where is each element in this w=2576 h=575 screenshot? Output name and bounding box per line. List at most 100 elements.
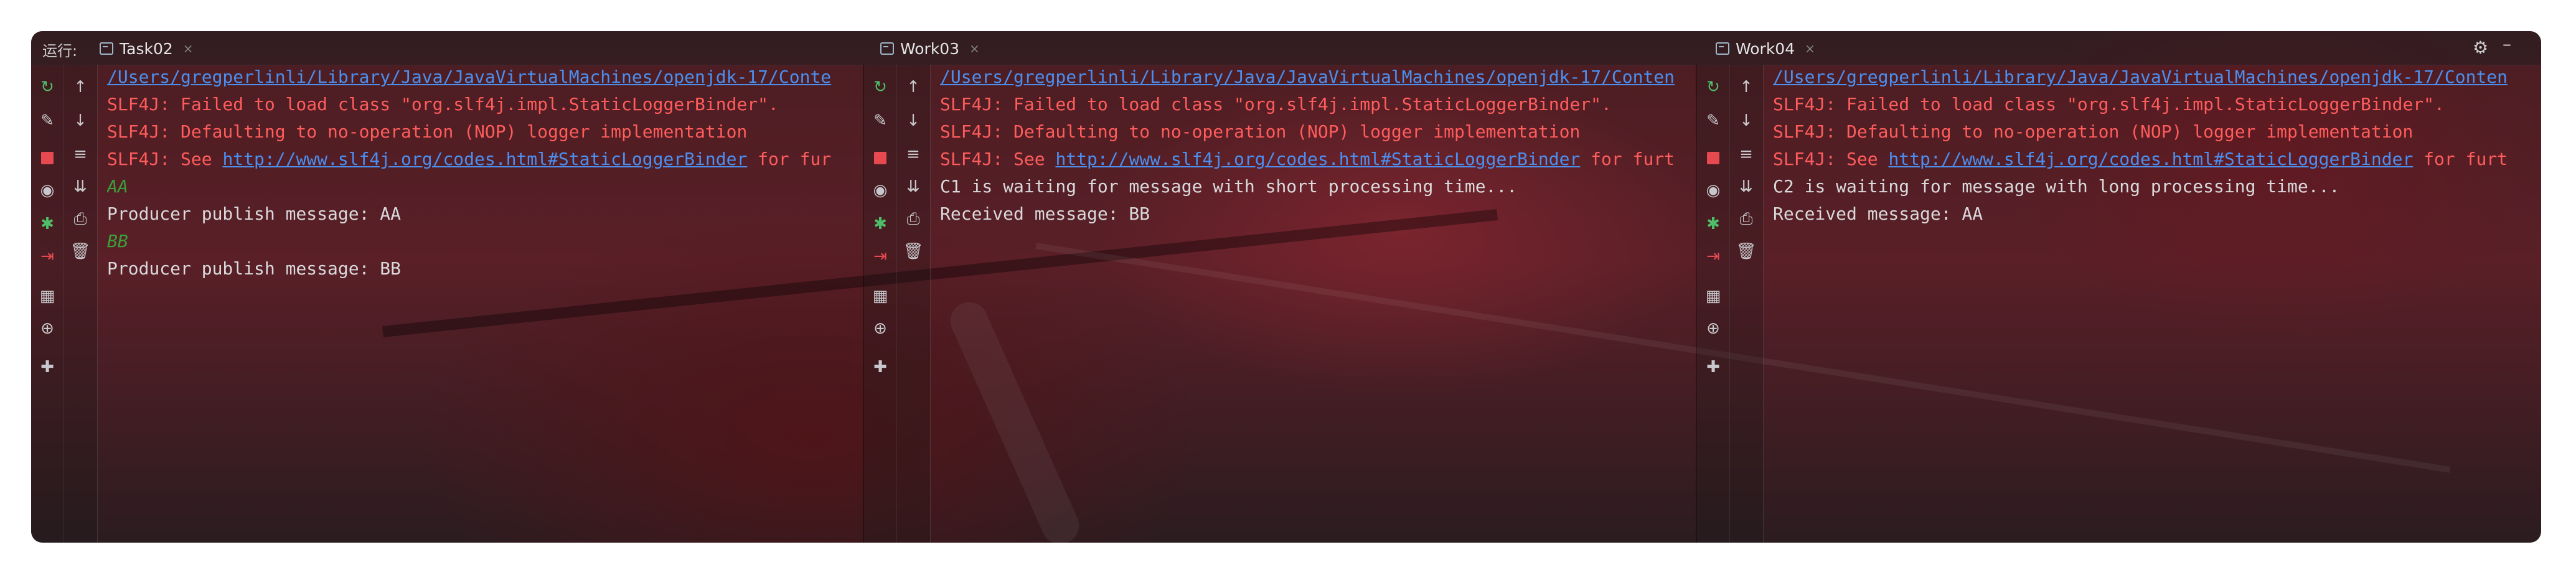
console-line: Received message: BB xyxy=(940,203,1150,224)
globe-icon[interactable]: ⊕ xyxy=(1702,317,1724,340)
globe-icon[interactable]: ⊕ xyxy=(869,317,891,340)
pin-icon[interactable]: ✚ xyxy=(1702,356,1724,378)
line-text: SLF4J: See xyxy=(107,149,223,169)
right-toolbar: ↑ ↓ ≡ ⇊ ⎙ 🗑 xyxy=(63,65,98,543)
console-line: SLF4J: See http://www.slf4j.org/codes.ht… xyxy=(107,147,831,172)
arrow-up-icon[interactable]: ↑ xyxy=(69,76,92,98)
soft-wrap-icon[interactable]: ≡ xyxy=(1735,143,1757,166)
slf4j-link[interactable]: http://www.slf4j.org/codes.html#StaticLo… xyxy=(1055,149,1580,169)
right-toolbar: ↑ ↓ ≡ ⇊ ⎙ 🗑 xyxy=(1729,65,1764,543)
console-line: SLF4J: Failed to load class "org.slf4j.i… xyxy=(107,94,779,115)
console-input-line: AA xyxy=(107,176,128,197)
arrow-down-icon[interactable]: ↓ xyxy=(1735,110,1757,132)
tab-work04[interactable]: Work04 × xyxy=(1716,35,1815,62)
line-text: SLF4J: See xyxy=(940,149,1056,169)
tab-work03[interactable]: Work03 × xyxy=(880,35,980,62)
wrench-icon[interactable]: ✎ xyxy=(869,110,891,132)
line-text: for furt xyxy=(1580,149,1675,169)
console-line: Producer publish message: BB xyxy=(107,258,402,279)
tab-task02[interactable]: Task02 × xyxy=(100,35,194,62)
console-panel-work03: ↻ ✎ ◉ ✱ ⇥ ▦ ⊕ ✚ ↑ ↓ ≡ ⇊ ⎙ 🗑 /Users/gregp… xyxy=(864,65,1697,543)
pin-icon[interactable]: ✚ xyxy=(36,356,59,378)
arrow-up-icon[interactable]: ↑ xyxy=(1735,76,1757,98)
wrench-icon[interactable]: ✎ xyxy=(1702,110,1724,132)
left-toolbar: ↻ ✎ ◉ ✱ ⇥ ▦ ⊕ ✚ xyxy=(1697,65,1730,543)
scroll-to-end-icon[interactable]: ⇊ xyxy=(1735,175,1757,198)
print-icon[interactable]: ⎙ xyxy=(1735,208,1757,230)
rerun-icon[interactable]: ↻ xyxy=(1702,76,1724,98)
console-panel-task02: ↻ ✎ ◉ ✱ ⇥ ▦ ⊕ ✚ ↑ ↓ ≡ ⇊ ⎙ 🗑 /Users/gregp… xyxy=(31,65,864,543)
wrench-icon[interactable]: ✎ xyxy=(36,110,59,132)
console-output[interactable]: /Users/gregperlinli/Library/Java/JavaVir… xyxy=(107,65,864,543)
layout-icon[interactable]: ▦ xyxy=(36,285,59,307)
stop-icon[interactable] xyxy=(36,147,59,169)
console-line: Producer publish message: AA xyxy=(107,203,402,224)
pin-icon[interactable]: ✚ xyxy=(869,356,891,378)
camera-icon[interactable]: ◉ xyxy=(36,179,59,202)
console-line[interactable]: /Users/gregperlinli/Library/Java/JavaVir… xyxy=(940,65,1675,90)
line-text: for furt xyxy=(2413,149,2508,169)
right-toolbar: ↑ ↓ ≡ ⇊ ⎙ 🗑 xyxy=(896,65,931,543)
exit-icon[interactable]: ⇥ xyxy=(1702,245,1724,268)
gear-icon[interactable]: ⚙ xyxy=(2473,37,2488,58)
arrow-down-icon[interactable]: ↓ xyxy=(69,110,92,132)
soft-wrap-icon[interactable]: ≡ xyxy=(902,143,924,166)
camera-icon[interactable]: ◉ xyxy=(1702,179,1724,202)
arrow-down-icon[interactable]: ↓ xyxy=(902,110,924,132)
console-line: SLF4J: Failed to load class "org.slf4j.i… xyxy=(940,94,1612,115)
console-panel-work04: ↻ ✎ ◉ ✱ ⇥ ▦ ⊕ ✚ ↑ ↓ ≡ ⇊ ⎙ 🗑 /Users/gregp… xyxy=(1697,65,2541,543)
console-output[interactable]: /Users/gregperlinli/Library/Java/JavaVir… xyxy=(1773,65,2541,543)
debug-bug-icon[interactable]: ✱ xyxy=(1702,213,1724,235)
console-line: C1 is waiting for message with short pro… xyxy=(940,176,1518,197)
scroll-to-end-icon[interactable]: ⇊ xyxy=(902,175,924,198)
stop-icon[interactable] xyxy=(869,147,891,169)
console-line: SLF4J: See http://www.slf4j.org/codes.ht… xyxy=(1773,147,2508,172)
close-icon[interactable]: × xyxy=(969,41,980,56)
console-line: SLF4J: Failed to load class "org.slf4j.i… xyxy=(1773,94,2445,115)
exit-icon[interactable]: ⇥ xyxy=(36,245,59,268)
stop-icon[interactable] xyxy=(1702,147,1724,169)
layout-icon[interactable]: ▦ xyxy=(1702,285,1724,307)
console-line: SLF4J: Defaulting to no-operation (NOP) … xyxy=(1773,121,2414,142)
console-output[interactable]: /Users/gregperlinli/Library/Java/JavaVir… xyxy=(940,65,1697,543)
console-icon xyxy=(100,42,113,55)
line-text: for fur xyxy=(747,149,832,169)
left-toolbar: ↻ ✎ ◉ ✱ ⇥ ▦ ⊕ ✚ xyxy=(864,65,897,543)
layout-icon[interactable]: ▦ xyxy=(869,285,891,307)
run-tab-bar: 运行: Task02 × Work03 × Work04 × ⚙ – xyxy=(31,31,2541,65)
soft-wrap-icon[interactable]: ≡ xyxy=(69,143,92,166)
left-toolbar: ↻ ✎ ◉ ✱ ⇥ ▦ ⊕ ✚ xyxy=(31,65,64,543)
console-line[interactable]: /Users/gregperlinli/Library/Java/JavaVir… xyxy=(107,65,831,90)
tab-label: Work04 xyxy=(1736,39,1795,58)
rerun-icon[interactable]: ↻ xyxy=(36,76,59,98)
print-icon[interactable]: ⎙ xyxy=(69,208,92,230)
globe-icon[interactable]: ⊕ xyxy=(36,317,59,340)
minimize-icon[interactable]: – xyxy=(2503,34,2511,54)
exit-icon[interactable]: ⇥ xyxy=(869,245,891,268)
close-icon[interactable]: × xyxy=(183,41,194,56)
console-line[interactable]: /Users/gregperlinli/Library/Java/JavaVir… xyxy=(1773,65,2508,90)
print-icon[interactable]: ⎙ xyxy=(902,208,924,230)
arrow-up-icon[interactable]: ↑ xyxy=(902,76,924,98)
tab-label: Task02 xyxy=(120,39,173,58)
console-icon xyxy=(880,42,894,55)
run-label: 运行: xyxy=(42,42,78,60)
trash-icon[interactable]: 🗑 xyxy=(69,240,92,263)
console-icon xyxy=(1716,42,1729,55)
debug-bug-icon[interactable]: ✱ xyxy=(36,213,59,235)
console-line: SLF4J: See http://www.slf4j.org/codes.ht… xyxy=(940,147,1675,172)
line-text: SLF4J: See xyxy=(1773,149,1889,169)
rerun-icon[interactable]: ↻ xyxy=(869,76,891,98)
console-line: C2 is waiting for message with long proc… xyxy=(1773,176,2340,197)
slf4j-link[interactable]: http://www.slf4j.org/codes.html#StaticLo… xyxy=(1888,149,2413,169)
camera-icon[interactable]: ◉ xyxy=(869,179,891,202)
scroll-to-end-icon[interactable]: ⇊ xyxy=(69,175,92,198)
console-input-line: BB xyxy=(107,231,128,251)
trash-icon[interactable]: 🗑 xyxy=(1735,240,1757,263)
close-icon[interactable]: × xyxy=(1805,41,1815,56)
debug-bug-icon[interactable]: ✱ xyxy=(869,213,891,235)
console-line: SLF4J: Defaulting to no-operation (NOP) … xyxy=(940,121,1581,142)
trash-icon[interactable]: 🗑 xyxy=(902,240,924,263)
console-line: Received message: AA xyxy=(1773,203,1983,224)
slf4j-link[interactable]: http://www.slf4j.org/codes.html#StaticLo… xyxy=(222,149,747,169)
